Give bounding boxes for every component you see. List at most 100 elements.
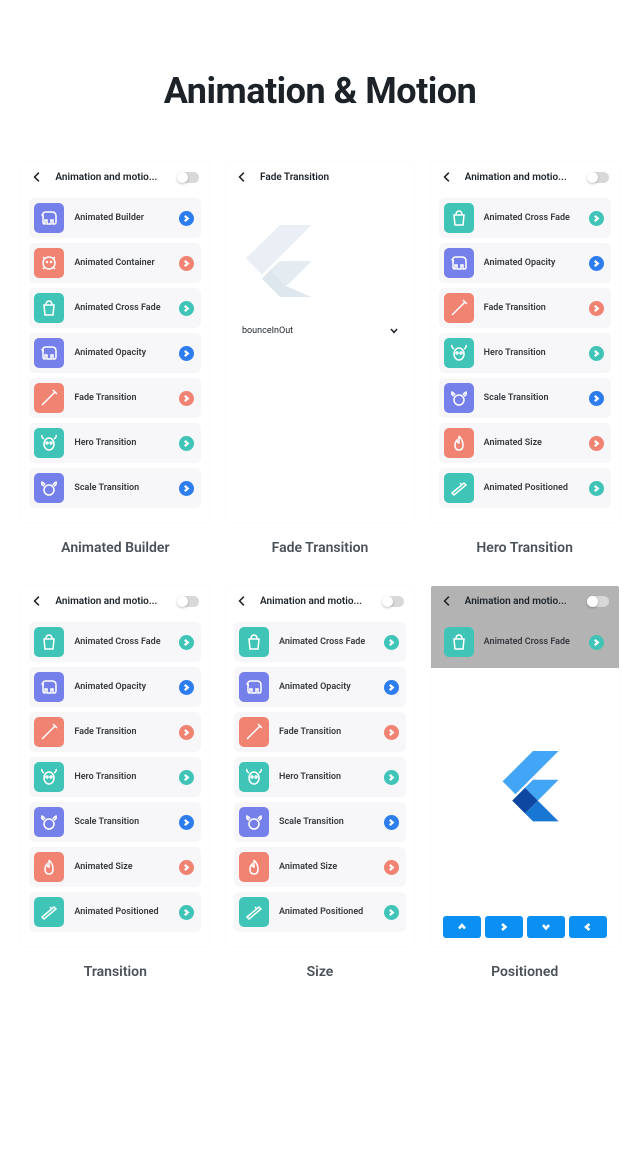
chevron-icon	[384, 860, 399, 875]
chevron-icon	[179, 680, 194, 695]
list-row[interactable]: Animated Cross Fade	[29, 622, 201, 662]
caption: Hero Transition	[476, 540, 573, 556]
easing-dropdown[interactable]: bounceInOut	[226, 318, 414, 344]
down-button[interactable]	[527, 916, 565, 938]
row-label: Animated Positioned	[484, 483, 589, 493]
chevron-icon	[589, 391, 604, 406]
phone-transition: Animation and motio... Animated Cross Fa…	[21, 586, 209, 946]
theme-toggle[interactable]	[177, 596, 199, 607]
flutter-logo	[485, 743, 565, 823]
up-button[interactable]	[443, 916, 481, 938]
dropdown-label: bounceInOut	[242, 326, 293, 336]
bag-icon	[34, 293, 64, 323]
list-row[interactable]: Scale Transition	[439, 378, 611, 418]
list-row[interactable]: Animated Cross Fade	[234, 622, 406, 662]
phone-positioned: Animation and motio... Animated Cross Fa…	[431, 586, 619, 946]
back-button[interactable]	[31, 594, 45, 608]
theme-toggle[interactable]	[382, 596, 404, 607]
back-button[interactable]	[441, 594, 455, 608]
list-row[interactable]: Animated Opacity	[29, 667, 201, 707]
caption: Size	[307, 964, 334, 980]
chevron-icon	[179, 725, 194, 740]
chevron-icon	[384, 680, 399, 695]
theme-toggle[interactable]	[177, 172, 199, 183]
list-row[interactable]: Hero Transition	[439, 333, 611, 373]
phone-fade-transition: Fade Transition bounceInOut	[226, 162, 414, 522]
right-button[interactable]	[485, 916, 523, 938]
list-row[interactable]: Animated Opacity	[439, 243, 611, 283]
list-row[interactable]: Animated Builder	[29, 198, 201, 238]
chevron-icon	[179, 770, 194, 785]
list-row[interactable]: Animated Cross Fade	[29, 288, 201, 328]
row-label: Animated Cross Fade	[484, 637, 589, 647]
back-button[interactable]	[236, 594, 250, 608]
row-label: Animated Size	[484, 438, 589, 448]
row-label: Scale Transition	[74, 483, 179, 493]
back-button[interactable]	[441, 170, 455, 184]
chevron-icon	[589, 481, 604, 496]
row-label: Hero Transition	[74, 772, 179, 782]
lion-icon	[34, 248, 64, 278]
flutter-logo-faint	[226, 216, 316, 306]
list-row[interactable]: Hero Transition	[234, 757, 406, 797]
row-label: Animated Opacity	[74, 348, 179, 358]
list-row[interactable]: Hero Transition	[29, 757, 201, 797]
pen-icon	[34, 383, 64, 413]
list-row[interactable]: Hero Transition	[29, 423, 201, 463]
list-row[interactable]: Animated Positioned	[29, 892, 201, 932]
chevron-icon	[589, 256, 604, 271]
chevron-icon	[179, 860, 194, 875]
list-row[interactable]: Animated Container	[29, 243, 201, 283]
row-label: Animated Size	[74, 862, 179, 872]
buffalo-icon	[34, 807, 64, 837]
list-row[interactable]: Animated Cross Fade	[439, 198, 611, 238]
rifle-icon	[444, 473, 474, 503]
chevron-icon	[179, 346, 194, 361]
list-row[interactable]: Animated Opacity	[234, 667, 406, 707]
list-row[interactable]: Fade Transition	[234, 712, 406, 752]
cow-icon	[239, 762, 269, 792]
left-button[interactable]	[569, 916, 607, 938]
row-label: Animated Size	[279, 862, 384, 872]
list-row[interactable]: Animated Positioned	[439, 468, 611, 508]
back-button[interactable]	[236, 170, 250, 184]
elephant-icon	[34, 338, 64, 368]
elephant-icon	[239, 672, 269, 702]
bag-icon	[444, 627, 474, 657]
row-label: Animated Builder	[74, 213, 179, 223]
list-row[interactable]: Scale Transition	[29, 802, 201, 842]
caption: Positioned	[491, 964, 558, 980]
row-label: Scale Transition	[484, 393, 589, 403]
cow-icon	[34, 428, 64, 458]
row-label: Fade Transition	[74, 727, 179, 737]
list-row[interactable]: Scale Transition	[29, 468, 201, 508]
chevron-icon	[589, 211, 604, 226]
rifle-icon	[239, 897, 269, 927]
appbar-title: Animation and motio...	[55, 172, 177, 183]
list-row[interactable]: Fade Transition	[439, 288, 611, 328]
row-label: Hero Transition	[279, 772, 384, 782]
list-row[interactable]: Fade Transition	[29, 378, 201, 418]
buffalo-icon	[444, 383, 474, 413]
appbar-title: Animation and motio...	[55, 596, 177, 607]
theme-toggle[interactable]	[587, 172, 609, 183]
bag-icon	[444, 203, 474, 233]
list-row[interactable]: Animated Size	[234, 847, 406, 887]
theme-toggle[interactable]	[587, 596, 609, 607]
rifle-icon	[34, 897, 64, 927]
list-row[interactable]: Animated Size	[439, 423, 611, 463]
row-label: Scale Transition	[74, 817, 179, 827]
list-row[interactable]: Animated Cross Fade	[439, 622, 611, 662]
list-row[interactable]: Animated Opacity	[29, 333, 201, 373]
pen-icon	[34, 717, 64, 747]
row-label: Scale Transition	[279, 817, 384, 827]
list-row[interactable]: Animated Size	[29, 847, 201, 887]
chevron-icon	[384, 725, 399, 740]
back-button[interactable]	[31, 170, 45, 184]
list-row[interactable]: Fade Transition	[29, 712, 201, 752]
bag-icon	[34, 627, 64, 657]
list-row[interactable]: Scale Transition	[234, 802, 406, 842]
list-row[interactable]: Animated Positioned	[234, 892, 406, 932]
chevron-icon	[384, 635, 399, 650]
buffalo-icon	[34, 473, 64, 503]
